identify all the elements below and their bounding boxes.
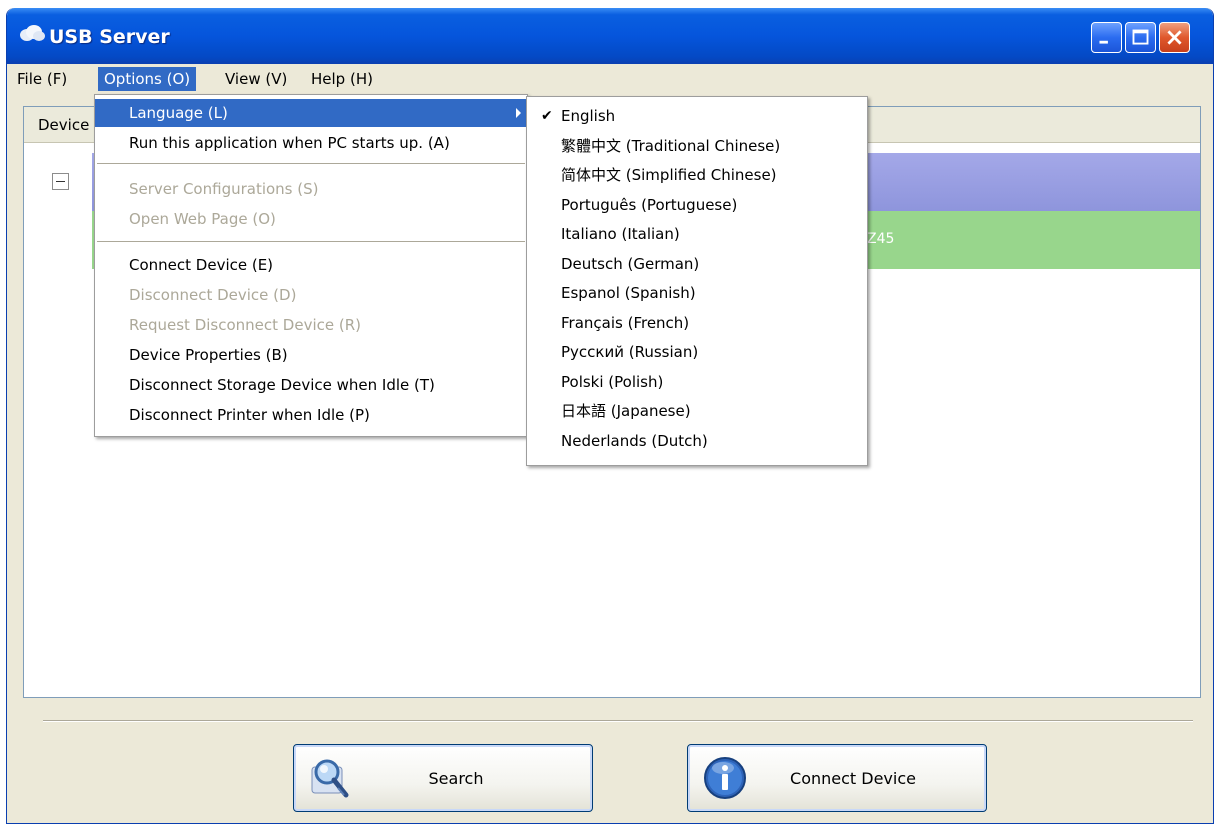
menu-item-server-configurations[interactable]: Server Configurations (S) (95, 175, 527, 203)
close-button[interactable] (1159, 22, 1190, 53)
menu-item-device-properties[interactable]: Device Properties (B) (95, 341, 527, 369)
language-item-italian[interactable]: Italiano (Italian) (527, 219, 867, 249)
language-submenu: ✔ English 繁體中文 (Traditional Chinese) 简体中… (526, 96, 868, 466)
menu-item-connect-device[interactable]: Connect Device (E) (95, 251, 527, 279)
menu-item-disconnect-storage-idle[interactable]: Disconnect Storage Device when Idle (T) (95, 371, 527, 399)
language-item-label: English (561, 107, 616, 125)
menu-item-disconnect-device[interactable]: Disconnect Device (D) (95, 281, 527, 309)
window-title: USB Server (49, 26, 170, 48)
menu-item-disconnect-printer-idle[interactable]: Disconnect Printer when Idle (P) (95, 401, 527, 429)
menu-item-language-label: Language (L) (129, 104, 228, 122)
menu-bar: File (F) Options (O) View (V) Help (H) (7, 64, 1213, 94)
search-button[interactable]: Search (293, 744, 593, 812)
options-menu: Language (L) Run this application when P… (94, 94, 528, 437)
checkmark-icon: ✔ (541, 108, 553, 124)
menu-file[interactable]: File (F) (11, 67, 73, 91)
maximize-button[interactable] (1125, 22, 1156, 53)
device-row-label: Z45 (867, 231, 895, 247)
menu-item-run-on-startup[interactable]: Run this application when PC starts up. … (95, 129, 527, 157)
menu-separator (97, 163, 525, 164)
device-column-header[interactable]: Device (38, 116, 89, 134)
minimize-icon (1099, 40, 1108, 44)
submenu-arrow-icon (516, 108, 521, 118)
menu-item-request-disconnect-device[interactable]: Request Disconnect Device (R) (95, 311, 527, 339)
language-item-french[interactable]: Français (French) (527, 308, 867, 338)
language-item-german[interactable]: Deutsch (German) (527, 249, 867, 279)
menu-view[interactable]: View (V) (219, 67, 293, 91)
tree-collapse-toggle[interactable] (52, 173, 69, 190)
minimize-button[interactable] (1091, 22, 1122, 53)
language-item-polish[interactable]: Polski (Polish) (527, 367, 867, 397)
menu-options[interactable]: Options (O) (98, 67, 197, 91)
divider (43, 720, 1193, 722)
connect-device-button-label: Connect Device (790, 769, 916, 788)
language-item-traditional-chinese[interactable]: 繁體中文 (Traditional Chinese) (527, 131, 867, 161)
menu-item-language[interactable]: Language (L) (95, 99, 527, 127)
language-item-dutch[interactable]: Nederlands (Dutch) (527, 426, 867, 456)
language-item-simplified-chinese[interactable]: 简体中文 (Simplified Chinese) (527, 160, 867, 190)
cloud-icon (20, 25, 45, 41)
connect-device-button[interactable]: Connect Device (687, 744, 987, 812)
maximize-icon (1132, 29, 1149, 45)
language-item-spanish[interactable]: Espanol (Spanish) (527, 278, 867, 308)
menu-help[interactable]: Help (H) (305, 67, 379, 91)
close-icon (1167, 30, 1182, 45)
language-item-english[interactable]: ✔ English (527, 101, 867, 131)
language-item-russian[interactable]: Русский (Russian) (527, 337, 867, 367)
title-bar[interactable]: USB Server (7, 8, 1213, 64)
menu-item-open-web-page[interactable]: Open Web Page (O) (95, 205, 527, 233)
language-item-portuguese[interactable]: Português (Portuguese) (527, 190, 867, 220)
language-item-japanese[interactable]: 日本語 (Japanese) (527, 396, 867, 426)
search-button-label: Search (428, 769, 484, 788)
menu-separator (97, 241, 525, 242)
